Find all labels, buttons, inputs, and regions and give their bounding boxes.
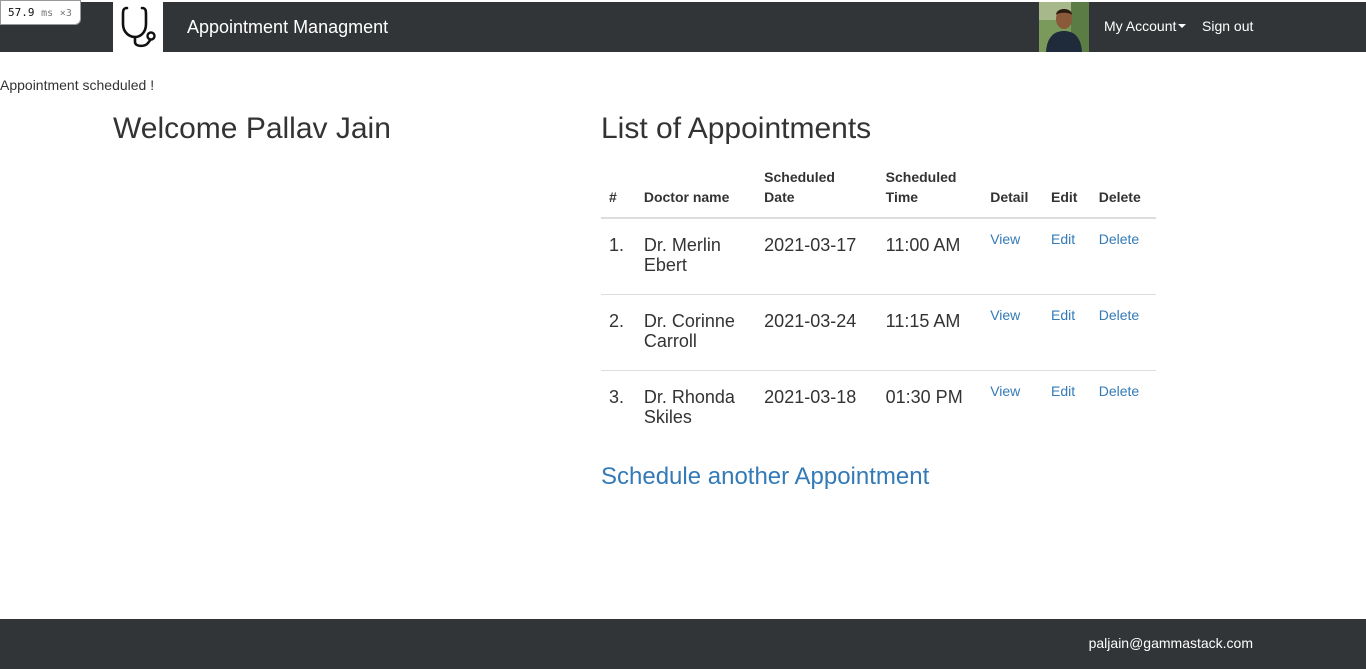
col-edit: Edit: [1043, 159, 1091, 219]
avatar[interactable]: [1039, 2, 1089, 52]
footer-email: paljain@gammastack.com: [1088, 635, 1253, 651]
col-detail: Detail: [982, 159, 1044, 219]
sign-out-link[interactable]: Sign out: [1202, 2, 1253, 52]
table-row: 1. Dr. Merlin Ebert 2021-03-17 11:00 AM V…: [601, 218, 1156, 295]
col-time: Scheduled Time: [877, 159, 983, 219]
row-number: 2.: [601, 294, 636, 371]
schedule-another-appointment-link[interactable]: Schedule another Appointment: [601, 463, 929, 491]
doctor-first: Dr. Rhonda: [643, 387, 735, 407]
col-number: #: [601, 159, 636, 219]
welcome-heading: Welcome Pallav Jain: [113, 112, 391, 145]
scheduled-time: 11:15 AM: [877, 294, 983, 371]
col-doctor: Doctor name: [635, 159, 757, 219]
delete-link[interactable]: Delete: [1099, 307, 1139, 323]
perf-value: 57.9: [8, 6, 35, 19]
col-time-line2: Time: [885, 189, 919, 205]
scheduled-date: 2021-03-17: [764, 235, 857, 255]
my-account-label: My Account: [1104, 18, 1177, 34]
footer: paljain@gammastack.com: [0, 619, 1366, 669]
row-number: 1.: [609, 235, 625, 255]
col-date: Scheduled Date: [756, 159, 878, 219]
scheduled-time: 01:30 PM: [877, 370, 983, 446]
doctor-last: Skiles: [643, 407, 692, 427]
flash-message: Appointment scheduled !: [0, 77, 155, 93]
delete-link[interactable]: Delete: [1099, 231, 1139, 247]
caret-down-icon: [1178, 24, 1187, 29]
edit-link[interactable]: Edit: [1051, 231, 1075, 247]
perf-badge: 57.9 ms ×3: [0, 0, 81, 25]
delete-link[interactable]: Delete: [1099, 383, 1139, 399]
doctor-first: Dr. Merlin: [643, 235, 721, 255]
scheduled-date: 2021-03-24: [756, 294, 878, 371]
scheduled-date: 2021-03-18: [756, 370, 878, 446]
edit-link[interactable]: Edit: [1051, 383, 1075, 399]
app-title[interactable]: Appointment Managment: [187, 2, 388, 52]
doctor-name: Dr. Corinne Carroll: [635, 294, 757, 371]
view-link[interactable]: View: [990, 231, 1020, 247]
table-header: # Doctor name Scheduled Date Scheduled Tim…: [601, 159, 1156, 219]
doctor-name: Dr. Rhonda Skiles: [635, 370, 757, 446]
table-row: 3. Dr. Rhonda Skiles 2021-03-18 01:30 PM …: [601, 370, 1156, 446]
top-navbar: Appointment Managment My Account Sign ou…: [0, 2, 1366, 52]
doctor-name: Dr. Merlin Ebert: [636, 218, 756, 295]
stethoscope-icon: [121, 6, 156, 48]
perf-multiplier: ×3: [59, 8, 72, 19]
view-link[interactable]: View: [990, 383, 1020, 399]
doctor-first: Dr. Corinne: [643, 311, 735, 331]
table-row: 2. Dr. Corinne Carroll 2021-03-24 11:15 A…: [601, 294, 1156, 371]
user-photo-icon: [1039, 2, 1089, 52]
doctor-last: Ebert: [643, 255, 687, 275]
brand-logo[interactable]: [113, 2, 163, 52]
edit-link[interactable]: Edit: [1051, 307, 1075, 323]
perf-unit: ms: [41, 8, 54, 19]
col-date-line2: Date: [764, 189, 795, 205]
col-delete: Delete: [1090, 159, 1156, 219]
col-date-line1: Scheduled: [764, 169, 835, 185]
doctor-last: Carroll: [643, 331, 697, 351]
view-link[interactable]: View: [990, 307, 1020, 323]
appointments-heading: List of Appointments: [601, 112, 872, 145]
my-account-dropdown[interactable]: My Account: [1104, 2, 1187, 52]
row-number: 3.: [601, 370, 636, 446]
appointments-table: # Doctor name Scheduled Date Scheduled Tim…: [601, 159, 1156, 446]
scheduled-time: 11:00 AM: [885, 235, 961, 255]
col-time-line1: Scheduled: [885, 169, 957, 185]
